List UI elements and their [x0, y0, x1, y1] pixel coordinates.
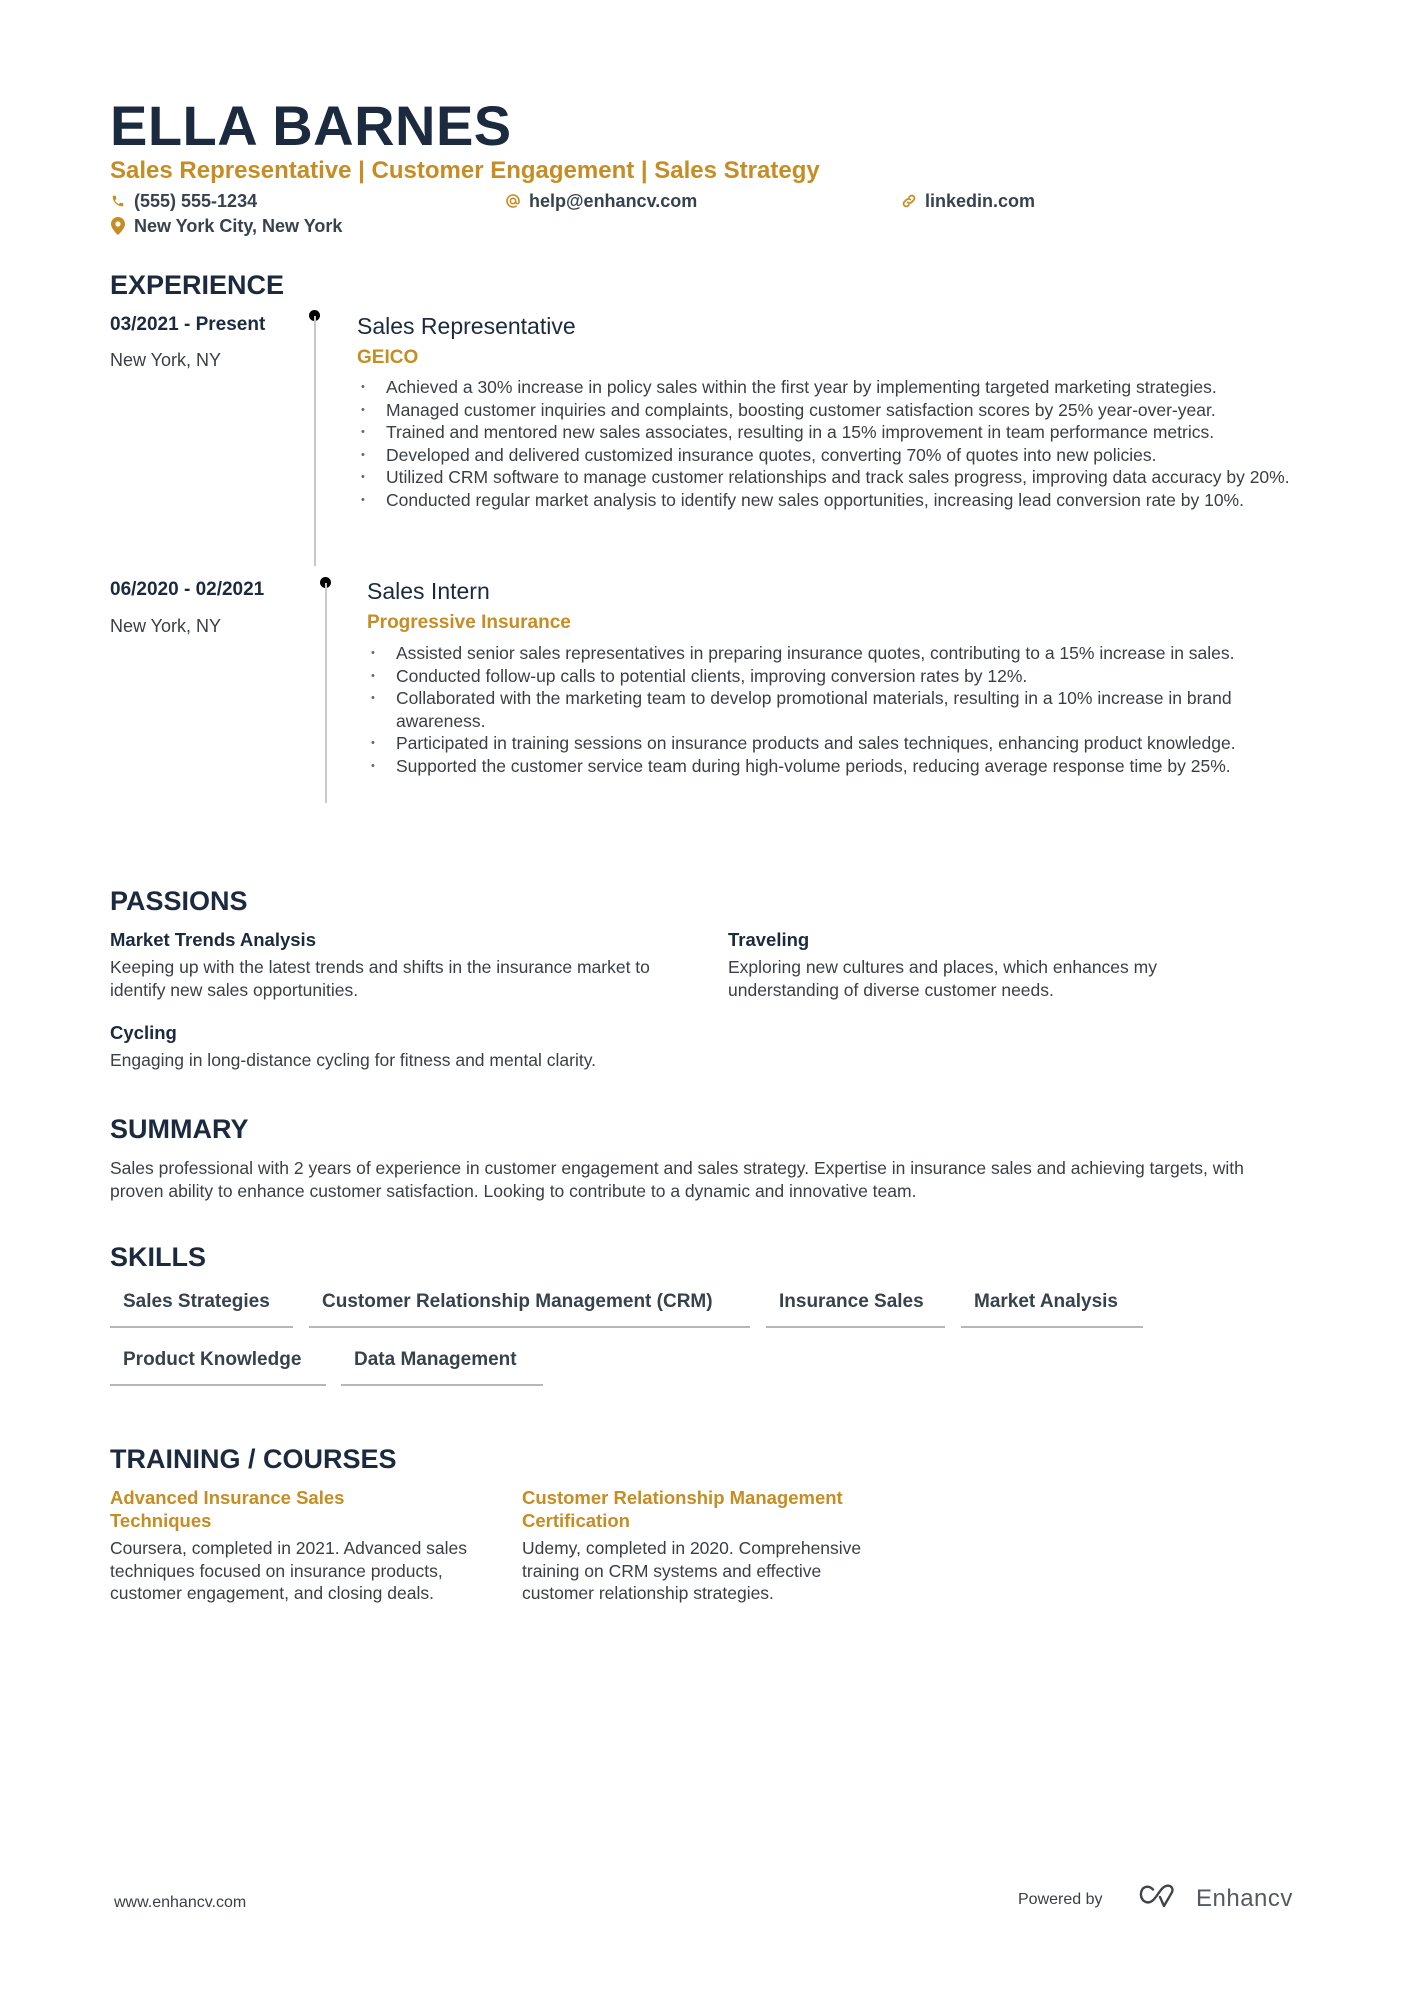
- bullet-item: Conducted regular market analysis to ide…: [357, 489, 1317, 512]
- skills-heading: SKILLS: [110, 1242, 207, 1272]
- passions-heading: PASSIONS: [110, 886, 248, 916]
- candidate-headline: Sales Representative | Customer Engageme…: [110, 157, 820, 184]
- training-heading: TRAINING / COURSES: [110, 1444, 397, 1474]
- footer-website-link[interactable]: www.enhancv.com: [114, 1894, 246, 1912]
- experience-heading: EXPERIENCE: [110, 270, 285, 300]
- summary-text: Sales professional with 2 years of exper…: [110, 1158, 1244, 1201]
- skill-tag: Sales Strategies: [110, 1290, 293, 1328]
- job-title: Sales Intern: [367, 578, 490, 604]
- enhancv-brand-name: Enhancv: [1196, 1884, 1293, 1912]
- email-address[interactable]: help@enhancv.com: [529, 189, 697, 213]
- bullet-item: Conducted follow-up calls to potential c…: [367, 665, 1277, 688]
- bullet-item: Developed and delivered customized insur…: [357, 444, 1317, 467]
- bullet-item: Trained and mentored new sales associate…: [357, 421, 1317, 444]
- skill-tag: Product Knowledge: [110, 1348, 326, 1386]
- course-title: Advanced Insurance Sales Techniques: [110, 1487, 345, 1531]
- at-icon: [505, 192, 521, 210]
- candidate-name: ELLA BARNES: [110, 94, 512, 157]
- passion-description: Engaging in long-distance cycling for fi…: [110, 1050, 597, 1070]
- course-description: Udemy, completed in 2020. Comprehensive …: [522, 1538, 862, 1603]
- skill-tag: Insurance Sales: [766, 1290, 945, 1328]
- bullet-item: Supported the customer service team duri…: [367, 755, 1277, 778]
- company-name: GEICO: [357, 347, 419, 368]
- passion-description: Keeping up with the latest trends and sh…: [110, 957, 650, 1000]
- timeline-line: [325, 583, 327, 803]
- bullet-item: Managed customer inquiries and complaint…: [357, 399, 1317, 422]
- enhancv-logo-icon: [1138, 1883, 1186, 1914]
- powered-by-label: Powered by: [1018, 1891, 1103, 1908]
- link-icon: [901, 192, 917, 210]
- contact-phone: (555) 555-1234: [110, 189, 257, 213]
- bullet-item: Achieved a 30% increase in policy sales …: [357, 376, 1317, 399]
- skill-tag: Customer Relationship Management (CRM): [309, 1290, 750, 1328]
- job-dates: 03/2021 - Present: [110, 314, 266, 335]
- contact-email[interactable]: help@enhancv.com: [505, 189, 697, 213]
- job-bullets: Assisted senior sales representatives in…: [367, 642, 1277, 777]
- job-bullets: Achieved a 30% increase in policy sales …: [357, 376, 1317, 511]
- passion-title: Market Trends Analysis: [110, 929, 316, 950]
- bullet-item: Utilized CRM software to manage customer…: [357, 466, 1317, 489]
- skill-tag: Data Management: [341, 1348, 543, 1386]
- bullet-item: Participated in training sessions on ins…: [367, 732, 1277, 755]
- job-location: New York, NY: [110, 616, 222, 636]
- course-description: Coursera, completed in 2021. Advanced sa…: [110, 1538, 468, 1603]
- course-title: Customer Relationship Management Certifi…: [522, 1487, 843, 1531]
- linkedin-link[interactable]: linkedin.com: [925, 189, 1035, 213]
- location-text: New York City, New York: [134, 216, 343, 236]
- phone-number: (555) 555-1234: [134, 191, 258, 211]
- bullet-item: Assisted senior sales representatives in…: [367, 642, 1277, 665]
- contact-location: New York City, New York: [110, 214, 342, 238]
- passion-title: Traveling: [728, 929, 810, 950]
- company-name: Progressive Insurance: [367, 612, 571, 633]
- job-title: Sales Representative: [357, 313, 576, 339]
- phone-icon: [110, 192, 126, 210]
- contact-linkedin[interactable]: linkedin.com: [901, 189, 1035, 213]
- bullet-item: Collaborated with the marketing team to …: [367, 687, 1277, 732]
- summary-heading: SUMMARY: [110, 1114, 249, 1144]
- job-dates: 06/2020 - 02/2021: [110, 579, 265, 600]
- passion-description: Exploring new cultures and places, which…: [728, 957, 1157, 1000]
- skill-tag: Market Analysis: [961, 1290, 1143, 1328]
- enhancv-brand[interactable]: Enhancv: [1138, 1883, 1293, 1914]
- passion-title: Cycling: [110, 1022, 177, 1043]
- timeline-line: [314, 316, 316, 566]
- location-pin-icon: [110, 217, 126, 235]
- resume-page: ELLA BARNES Sales Representative | Custo…: [0, 0, 1410, 1995]
- job-location: New York, NY: [110, 350, 222, 370]
